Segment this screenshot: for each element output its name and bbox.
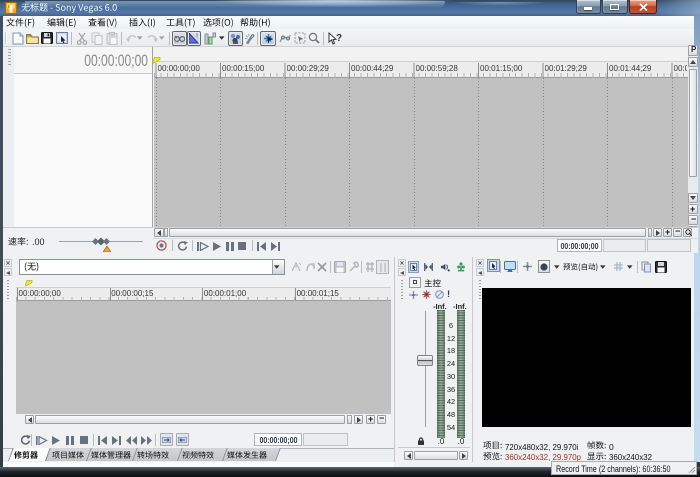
svg-text:?: ? — [336, 33, 342, 44]
